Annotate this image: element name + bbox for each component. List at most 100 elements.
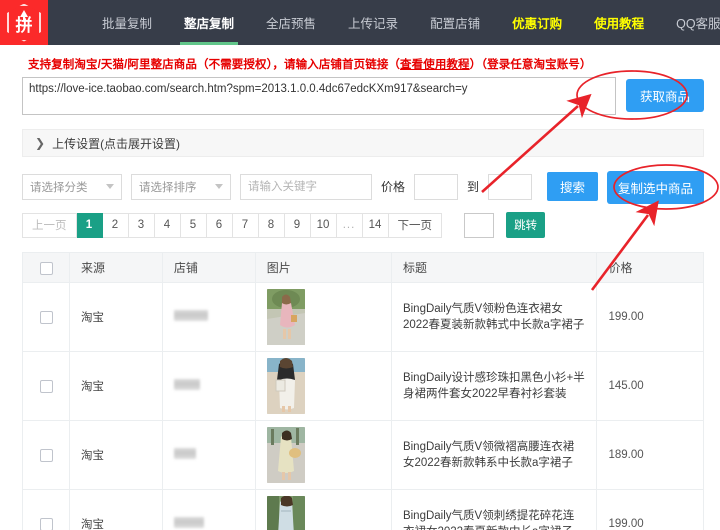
row-source: 淘宝 xyxy=(69,420,163,490)
product-thumbnail[interactable] xyxy=(266,427,305,483)
keyword-input[interactable] xyxy=(240,173,372,200)
row-shop xyxy=(161,489,256,530)
logo-hexagon-icon: 拼 xyxy=(7,3,41,42)
row-source: 淘宝 xyxy=(69,489,163,530)
app-logo[interactable]: 拼 xyxy=(0,0,48,45)
pagination-page-3[interactable]: 3 xyxy=(128,212,155,238)
pagination-page-4[interactable]: 4 xyxy=(154,212,181,238)
header-price: 价格 xyxy=(596,252,704,283)
row-title: BingDaily气质V领粉色连衣裙女2022春夏装新款韩式中长款a字裙子 xyxy=(402,303,585,331)
row-source: 淘宝 xyxy=(69,282,163,352)
nav-item-batch-copy[interactable]: 批量复制 xyxy=(86,0,168,45)
row-title-cell: BingDaily气质V领粉色连衣裙女2022春夏装新款韩式中长款a字裙子 xyxy=(390,282,598,352)
row-select-cell xyxy=(21,282,71,352)
row-image-cell xyxy=(254,420,392,490)
nav-item-upload-records[interactable]: 上传记录 xyxy=(332,0,414,45)
nav-item-whole-shop-copy[interactable]: 整店复制 xyxy=(168,0,250,45)
search-button[interactable]: 搜索 xyxy=(547,172,599,201)
select-all-checkbox[interactable] xyxy=(39,261,53,275)
table-header-row: 来源 店铺 图片 标题 价格 xyxy=(21,252,704,283)
product-photo-pink-dress xyxy=(266,289,305,345)
pagination-jump-input[interactable] xyxy=(464,212,494,238)
pagination-page-last[interactable]: 14 xyxy=(362,212,389,238)
get-goods-button[interactable]: 获取商品 xyxy=(625,79,704,112)
redacted-shop-name xyxy=(173,448,196,459)
notice-part2: ）（登录任意淘宝账号） xyxy=(469,59,592,71)
row-checkbox[interactable] xyxy=(39,379,53,393)
chevron-right-icon: ❯ xyxy=(35,136,46,150)
pagination-page-6[interactable]: 6 xyxy=(206,212,233,238)
product-thumbnail[interactable] xyxy=(266,496,305,530)
nav-item-presale[interactable]: 全店预售 xyxy=(250,0,332,45)
product-table: 来源 店铺 图片 标题 价格 淘宝 BingDaily气质V领粉色连衣裙女202… xyxy=(21,252,704,530)
row-select-cell xyxy=(21,489,71,530)
row-title: BingDaily设计感珍珠扣黑色小衫+半身裙两件套女2022早春衬衫套装 xyxy=(402,372,585,400)
row-image-cell xyxy=(254,489,392,530)
nav-item-configure-shop[interactable]: 配置店铺 xyxy=(414,0,496,45)
upload-settings-toggle[interactable]: ❯ 上传设置(点击展开设置) xyxy=(22,129,704,157)
table-row[interactable]: 淘宝 xyxy=(21,351,704,421)
row-title: BingDaily气质V领刺绣提花碎花连衣裙女2022春夏新款中长a字裙子 xyxy=(402,510,575,530)
notice-tutorial-link[interactable]: 查看使用教程 xyxy=(400,59,470,71)
pagination-page-9[interactable]: 9 xyxy=(284,212,311,238)
pagination-page-5[interactable]: 5 xyxy=(180,212,207,238)
nav-items: 批量复制 整店复制 全店预售 上传记录 配置店铺 优惠订购 使用教程 QQ客服 … xyxy=(48,0,720,45)
copy-selected-button[interactable]: 复制选中商品 xyxy=(606,171,704,204)
page-root: 拼 批量复制 整店复制 全店预售 上传记录 配置店铺 优惠订购 使用教程 QQ客… xyxy=(0,0,720,530)
pagination-jump-button[interactable]: 跳转 xyxy=(506,212,545,238)
row-select-cell xyxy=(21,420,71,490)
category-select-value: 请选择分类 xyxy=(30,181,88,194)
filter-row: 请选择分类 请选择排序 价格 到 搜索 复制选中商品 xyxy=(22,171,704,204)
shop-url-input[interactable] xyxy=(22,77,616,115)
pagination-next[interactable]: 下一页 xyxy=(388,212,442,238)
pagination-page-10[interactable]: 10 xyxy=(310,212,337,238)
top-navigation-bar: 拼 批量复制 整店复制 全店预售 上传记录 配置店铺 优惠订购 使用教程 QQ客… xyxy=(0,0,720,45)
price-min-input[interactable] xyxy=(414,173,459,200)
notice-text: 支持复制淘宝/天猫/阿里整店商品（不需要授权），请输入店铺首页链接（查看使用教程… xyxy=(10,45,710,77)
notice-part1: 支持复制淘宝/天猫/阿里整店商品（不需要授权），请输入店铺首页链接（ xyxy=(28,59,401,71)
row-title-cell: BingDaily气质V领刺绣提花碎花连衣裙女2022春夏新款中长a字裙子 xyxy=(390,489,598,530)
header-source: 来源 xyxy=(69,252,163,283)
row-title-cell: BingDaily气质V领微褶高腰连衣裙女2022春新款韩系中长款a字裙子 xyxy=(390,420,598,490)
product-thumbnail[interactable] xyxy=(266,358,305,414)
row-checkbox[interactable] xyxy=(39,310,53,324)
product-photo-light-blue-dress xyxy=(266,496,305,530)
nav-item-tutorial[interactable]: 使用教程 xyxy=(578,0,660,45)
row-checkbox[interactable] xyxy=(39,517,53,530)
header-image: 图片 xyxy=(254,252,392,283)
nav-item-discount-order[interactable]: 优惠订购 xyxy=(496,0,578,45)
row-price: 199.00 xyxy=(608,518,644,530)
nav-item-qq-support[interactable]: QQ客服 xyxy=(660,0,720,45)
redacted-shop-name xyxy=(173,379,200,390)
pagination-ellipsis: ... xyxy=(336,212,363,238)
pagination-page-1[interactable]: 1 xyxy=(76,212,103,238)
pagination: 上一页 1 2 3 4 5 6 7 8 9 10 ... 14 下一页 跳转 xyxy=(22,212,704,238)
row-price: 145.00 xyxy=(608,380,644,392)
row-price-cell: 189.00 xyxy=(596,420,704,490)
product-thumbnail[interactable] xyxy=(266,289,305,345)
table-row[interactable]: 淘宝 xyxy=(21,489,704,530)
product-photo-black-top-white-skirt xyxy=(266,358,305,414)
arrow-up-stem-icon xyxy=(23,15,25,21)
row-price-cell: 199.00 xyxy=(596,282,704,352)
category-select[interactable]: 请选择分类 xyxy=(22,173,122,200)
row-title: BingDaily气质V领微褶高腰连衣裙女2022春新款韩系中长款a字裙子 xyxy=(402,441,575,469)
table-row[interactable]: 淘宝 xyxy=(21,420,704,490)
upload-settings-label: 上传设置(点击展开设置) xyxy=(52,136,181,151)
pagination-page-8[interactable]: 8 xyxy=(258,212,285,238)
row-checkbox[interactable] xyxy=(39,448,53,462)
sort-select[interactable]: 请选择排序 xyxy=(131,173,231,200)
row-image-cell xyxy=(254,282,392,352)
row-source: 淘宝 xyxy=(69,351,163,421)
price-max-input[interactable] xyxy=(488,173,533,200)
pagination-prev[interactable]: 上一页 xyxy=(22,212,77,238)
redacted-shop-name xyxy=(173,310,208,321)
pagination-page-7[interactable]: 7 xyxy=(232,212,259,238)
price-label: 价格 xyxy=(381,180,406,194)
pagination-page-2[interactable]: 2 xyxy=(102,212,129,238)
product-table-wrapper: 来源 店铺 图片 标题 价格 淘宝 BingDaily气质V领粉色连衣裙女202… xyxy=(21,252,704,530)
header-shop: 店铺 xyxy=(161,252,256,283)
product-photo-yellow-dress xyxy=(266,427,305,483)
row-title-cell: BingDaily设计感珍珠扣黑色小衫+半身裙两件套女2022早春衬衫套装 xyxy=(390,351,598,421)
table-row[interactable]: 淘宝 xyxy=(21,282,704,352)
